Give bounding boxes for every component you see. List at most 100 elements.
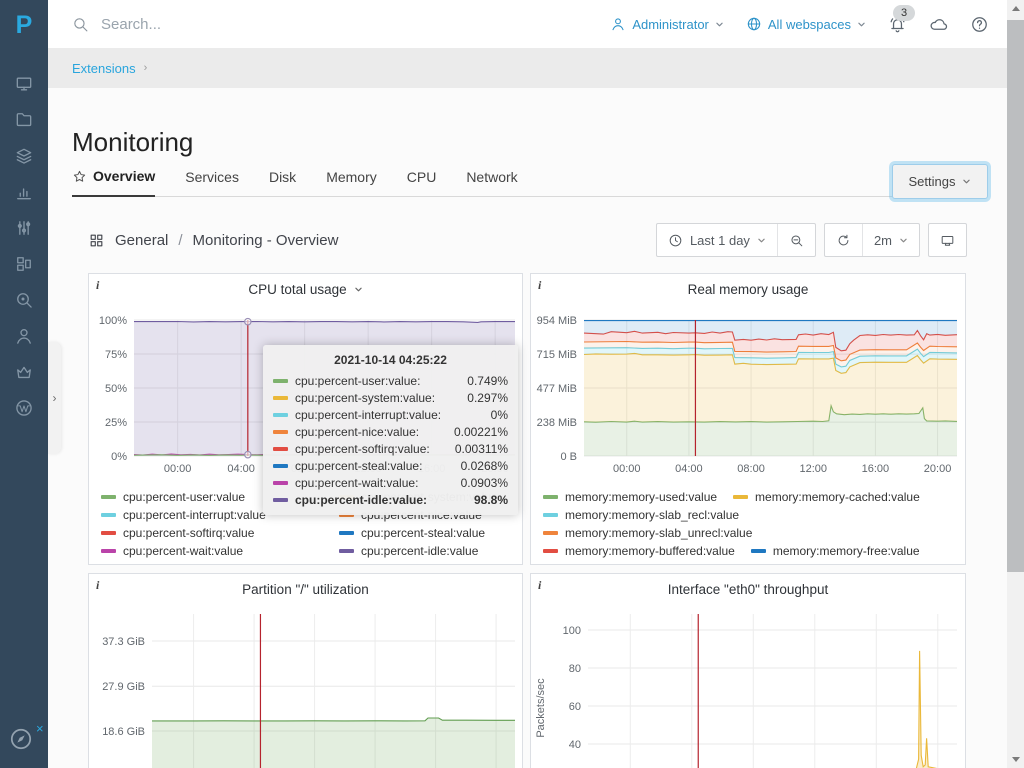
sidebar-item-subscriptions[interactable] <box>0 354 48 390</box>
svg-text:18.6 GiB: 18.6 GiB <box>102 726 145 738</box>
tab-overview[interactable]: Overview <box>72 166 155 197</box>
tab-services[interactable]: Services <box>185 166 239 196</box>
tooltip-row: cpu:percent-nice:value:0.00221% <box>263 423 518 440</box>
sidebar-nav <box>0 66 48 426</box>
legend-item[interactable]: memory:memory-buffered:value <box>543 544 735 558</box>
chevron-right-icon: › <box>144 62 148 74</box>
dashboard-breadcrumb[interactable]: General / Monitoring - Overview <box>88 232 338 249</box>
tab-memory[interactable]: Memory <box>326 166 377 196</box>
user-menu[interactable]: Administrator <box>610 16 724 32</box>
legend-item[interactable]: memory:memory-cached:value <box>733 490 920 504</box>
tv-icon <box>940 233 955 248</box>
cloud-button[interactable] <box>929 15 948 34</box>
series-color-swatch <box>273 396 288 400</box>
tab-network[interactable]: Network <box>466 166 517 196</box>
breadcrumb-bar: Extensions › <box>48 48 1007 88</box>
star-icon <box>72 169 87 184</box>
breadcrumb-link-extensions[interactable]: Extensions <box>72 61 136 76</box>
monitoring-dashboard: General / Monitoring - Overview Last 1 d… <box>72 206 967 768</box>
panel-title[interactable]: Real memory usage <box>531 282 965 297</box>
svg-text:04:00: 04:00 <box>675 463 703 475</box>
tv-mode-button[interactable] <box>929 224 966 256</box>
tooltip-row: cpu:percent-user:value:0.749% <box>263 372 518 389</box>
panel-title[interactable]: Interface "eth0" throughput <box>531 582 965 597</box>
panel-title[interactable]: Partition "/" utilization <box>89 582 522 597</box>
legend-item[interactable]: cpu:percent-wait:value <box>101 544 339 558</box>
sidebar-item-seo-toolkit[interactable] <box>0 282 48 318</box>
svg-text:0 B: 0 B <box>560 451 577 463</box>
clock-icon <box>668 233 683 248</box>
sidebar-item-tools-settings[interactable] <box>0 210 48 246</box>
search-box <box>72 0 323 48</box>
refresh-interval-picker[interactable]: 2m <box>862 224 919 256</box>
scroll-up-button[interactable] <box>1007 0 1024 17</box>
tab-cpu[interactable]: CPU <box>407 166 437 196</box>
legend-item[interactable]: memory:memory-slab_recl:value <box>543 508 739 522</box>
svg-text:100: 100 <box>563 625 581 637</box>
dashboard-header: General / Monitoring - Overview Last 1 d… <box>88 222 967 258</box>
legend-item[interactable]: cpu:percent-steal:value <box>339 526 516 540</box>
series-color-swatch <box>273 481 288 485</box>
tooltip-row: cpu:percent-softirq:value:0.00311% <box>263 440 518 457</box>
chevron-down-icon <box>354 285 363 294</box>
notifications-button[interactable]: 3 <box>888 15 907 34</box>
svg-text:80: 80 <box>569 663 581 675</box>
series-color-swatch <box>339 549 354 553</box>
webspaces-menu[interactable]: All webspaces <box>746 16 866 32</box>
sidebar-item-users[interactable] <box>0 318 48 354</box>
sidebar-item-wordpress[interactable] <box>0 390 48 426</box>
svg-text:100%: 100% <box>99 315 127 327</box>
tooltip-row: cpu:percent-steal:value:0.0268% <box>263 457 518 474</box>
close-icon[interactable]: × <box>36 722 44 735</box>
tooltip-row: cpu:percent-wait:value:0.0903% <box>263 474 518 491</box>
webspaces-label: All webspaces <box>768 17 851 32</box>
chevron-down-icon <box>857 20 866 29</box>
series-color-swatch <box>101 513 116 517</box>
disk-chart[interactable]: 37.3 GiB27.9 GiB18.6 GiB <box>90 602 523 768</box>
legend-item[interactable]: memory:memory-free:value <box>751 544 920 558</box>
memory-chart[interactable]: 954 MiB715 MiB477 MiB238 MiB0 B00:0004:0… <box>532 302 965 478</box>
user-icon <box>610 16 626 32</box>
eth0-chart[interactable]: 100806040Packets/sec <box>532 602 965 768</box>
sidebar-item-databases[interactable] <box>0 138 48 174</box>
globe-icon <box>746 16 762 32</box>
dashboard-folder: General <box>115 232 168 249</box>
scrollbar-thumb[interactable] <box>1007 20 1024 572</box>
tab-bar: Overview Services Disk Memory CPU Network <box>72 166 967 197</box>
time-range-picker[interactable]: Last 1 day <box>657 224 777 256</box>
legend-item[interactable]: memory:memory-used:value <box>543 490 717 504</box>
chevron-down-icon <box>899 236 908 245</box>
wordpress-icon <box>14 398 34 418</box>
svg-text:75%: 75% <box>105 349 127 361</box>
time-range-group: Last 1 day <box>656 223 816 257</box>
help-button[interactable] <box>970 15 989 34</box>
sidebar-item-files[interactable] <box>0 102 48 138</box>
scrollbar <box>1007 0 1024 768</box>
settings-button[interactable]: Settings <box>892 164 988 199</box>
topbar: Administrator All webspaces 3 <box>48 0 1007 48</box>
zoom-out-button[interactable] <box>777 224 815 256</box>
plesk-logo[interactable]: P <box>0 6 48 44</box>
search-input[interactable] <box>99 15 323 34</box>
sidebar-item-statistics[interactable] <box>0 174 48 210</box>
series-color-swatch <box>273 379 288 383</box>
series-color-swatch <box>101 549 116 553</box>
svg-text:37.3 GiB: 37.3 GiB <box>102 636 145 648</box>
sidebar-item-extensions[interactable] <box>0 246 48 282</box>
legend-item[interactable]: cpu:percent-idle:value <box>339 544 516 558</box>
legend-item[interactable]: memory:memory-slab_unrecl:value <box>543 526 752 540</box>
series-color-swatch <box>273 464 288 468</box>
topbar-actions: Administrator All webspaces 3 <box>610 0 989 48</box>
legend-item[interactable]: cpu:percent-softirq:value <box>101 526 339 540</box>
scroll-down-button[interactable] <box>1007 751 1024 768</box>
svg-text:00:00: 00:00 <box>613 463 641 475</box>
tab-disk[interactable]: Disk <box>269 166 296 196</box>
refresh-button[interactable] <box>825 224 862 256</box>
zoom-out-icon <box>789 233 804 248</box>
extensions-icon <box>14 254 34 274</box>
sidebar-item-websites[interactable] <box>0 66 48 102</box>
sidebar-expand-handle[interactable]: › <box>48 342 61 454</box>
series-color-swatch <box>273 498 288 502</box>
panel-title[interactable]: CPU total usage <box>89 282 522 297</box>
refresh-icon <box>836 233 851 248</box>
